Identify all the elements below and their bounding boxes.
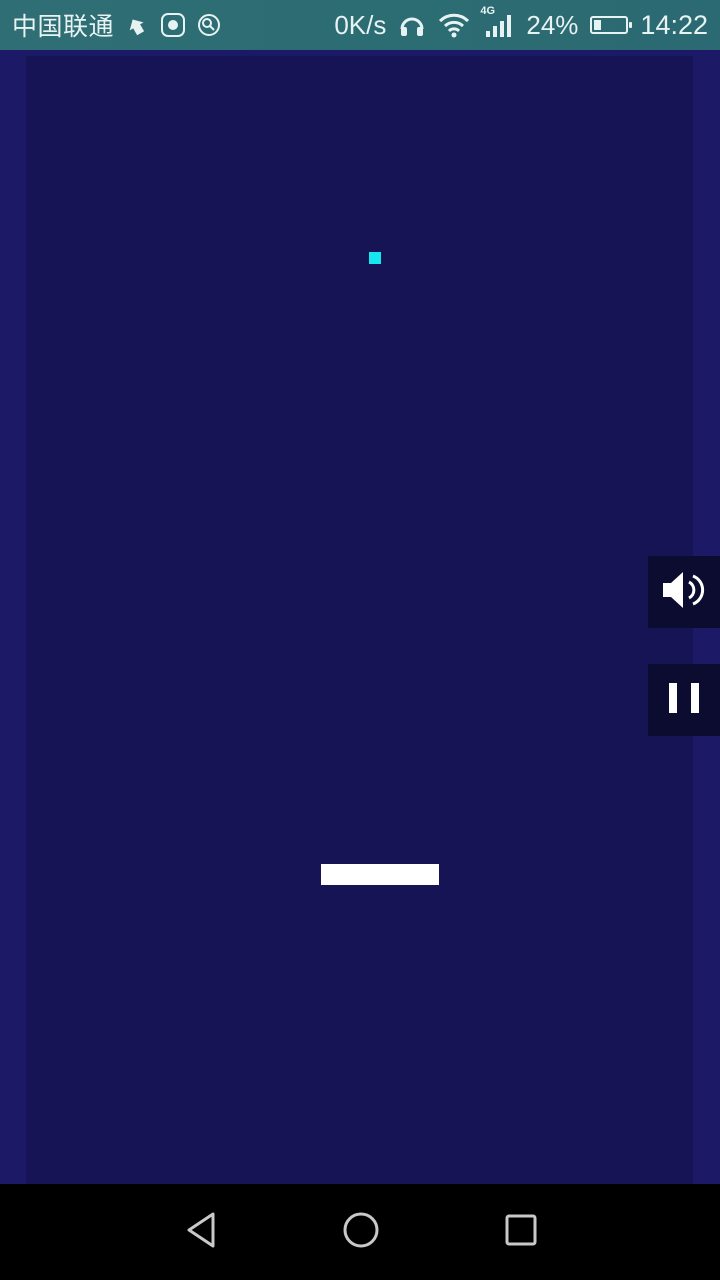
location-icon xyxy=(196,12,222,38)
back-button[interactable] xyxy=(177,1208,225,1256)
clock: 14:22 xyxy=(640,9,708,40)
status-bar-right: 0K/s 4G 24% 14:22 xyxy=(334,0,708,50)
home-icon xyxy=(341,1210,381,1255)
recents-button[interactable] xyxy=(497,1208,545,1256)
battery-icon xyxy=(590,16,633,34)
home-button[interactable] xyxy=(337,1208,385,1256)
status-bar-left: 中国联通 xyxy=(12,0,222,50)
ball xyxy=(369,252,381,264)
network-type: 4G xyxy=(480,5,496,17)
recents-icon xyxy=(501,1210,541,1255)
headphones-icon xyxy=(398,11,426,39)
pause-button[interactable] xyxy=(648,664,720,736)
paddle[interactable] xyxy=(321,864,439,885)
net-speed: 0K/s xyxy=(334,9,387,40)
game-field[interactable] xyxy=(0,50,720,1184)
navigation-bar xyxy=(0,1184,720,1280)
carrier-name: 中国联通 xyxy=(12,13,115,41)
battery-level xyxy=(594,20,602,30)
wifi-icon xyxy=(438,11,470,39)
battery-percent: 24% xyxy=(526,9,579,40)
status-bar: 中国联通 0K/s 4G 24% 14:22 xyxy=(0,0,720,50)
sound-button[interactable] xyxy=(648,556,720,628)
back-icon xyxy=(181,1210,221,1255)
huawei-app-icon xyxy=(160,12,186,38)
cell-signal-icon: 4G xyxy=(480,5,514,39)
speaker-icon xyxy=(659,566,709,619)
pause-icon xyxy=(664,678,704,723)
play-area[interactable] xyxy=(26,56,693,1184)
pin-icon xyxy=(124,12,150,38)
